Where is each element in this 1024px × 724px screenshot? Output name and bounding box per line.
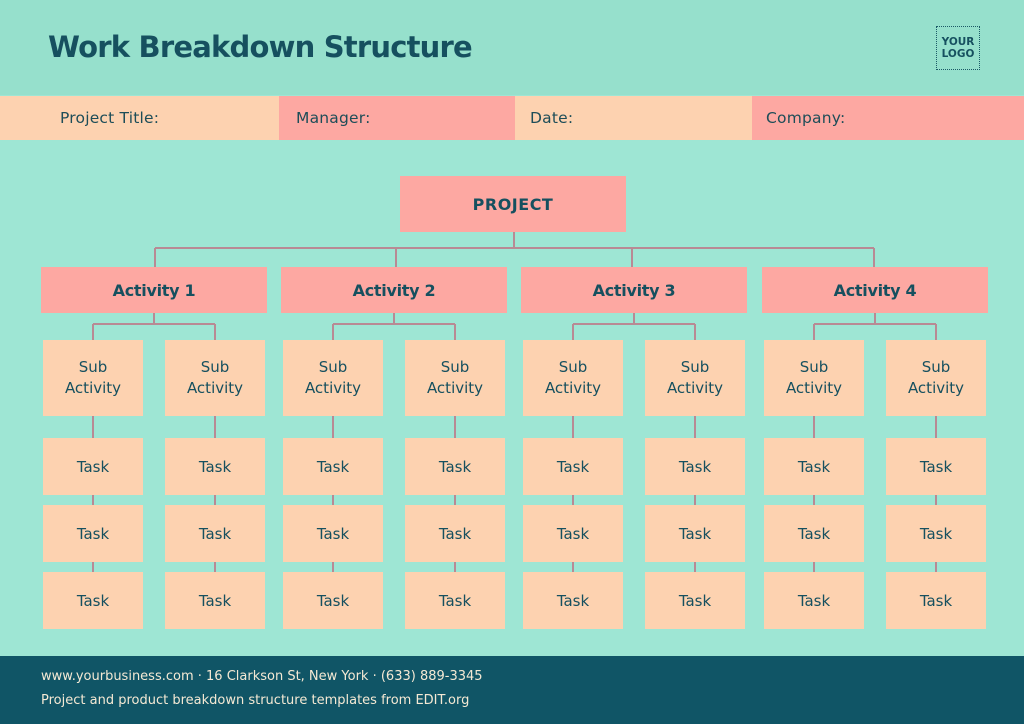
sub-activity-node-1-1-label: Sub Activity: [64, 358, 122, 397]
project-node-label: PROJECT: [472, 194, 554, 214]
task-node-3-1-3-label: Task: [556, 591, 590, 610]
activity-node-1-label: Activity 1: [112, 280, 196, 300]
task-node-1-1-3-label: Task: [76, 591, 110, 610]
task-node-3-2-1[interactable]: Task: [645, 438, 745, 495]
activity-node-4-label: Activity 4: [833, 280, 917, 300]
task-node-2-2-2[interactable]: Task: [405, 505, 505, 562]
task-node-2-2-1-label: Task: [438, 457, 472, 476]
task-node-3-2-3-label: Task: [678, 591, 712, 610]
task-node-3-1-2-label: Task: [556, 524, 590, 543]
task-node-1-2-3-label: Task: [198, 591, 232, 610]
sub-activity-node-2-2-label: Sub Activity: [426, 358, 484, 397]
task-node-2-2-2-label: Task: [438, 524, 472, 543]
task-node-1-1-2-label: Task: [76, 524, 110, 543]
task-node-2-1-2-label: Task: [316, 524, 350, 543]
task-node-3-2-2-label: Task: [678, 524, 712, 543]
company-label: Company:: [766, 109, 846, 127]
task-node-3-1-2[interactable]: Task: [523, 505, 623, 562]
footer: www.yourbusiness.com · 16 Clarkson St, N…: [0, 656, 1024, 724]
header: Work Breakdown Structure YOUR LOGO: [0, 0, 1024, 95]
activity-node-4[interactable]: Activity 4: [762, 267, 988, 313]
task-node-4-1-2[interactable]: Task: [764, 505, 864, 562]
task-node-3-2-3[interactable]: Task: [645, 572, 745, 629]
logo-placeholder[interactable]: YOUR LOGO: [936, 26, 980, 70]
task-node-4-1-1[interactable]: Task: [764, 438, 864, 495]
task-node-2-1-1-label: Task: [316, 457, 350, 476]
task-node-1-1-2[interactable]: Task: [43, 505, 143, 562]
sub-activity-node-4-2-label: Sub Activity: [907, 358, 965, 397]
task-node-4-1-3-label: Task: [797, 591, 831, 610]
task-node-4-1-2-label: Task: [797, 524, 831, 543]
task-node-4-2-2-label: Task: [919, 524, 953, 543]
activity-node-1[interactable]: Activity 1: [41, 267, 267, 313]
task-node-2-1-3[interactable]: Task: [283, 572, 383, 629]
task-node-2-2-3[interactable]: Task: [405, 572, 505, 629]
task-node-4-1-1-label: Task: [797, 457, 831, 476]
task-node-1-2-1[interactable]: Task: [165, 438, 265, 495]
logo-text-line2: LOGO: [941, 48, 975, 60]
task-node-1-2-1-label: Task: [198, 457, 232, 476]
task-node-1-2-2-label: Task: [198, 524, 232, 543]
task-node-4-2-1-label: Task: [919, 457, 953, 476]
task-node-1-1-1[interactable]: Task: [43, 438, 143, 495]
sub-activity-node-3-2-label: Sub Activity: [666, 358, 724, 397]
project-title-label: Project Title:: [60, 109, 160, 127]
task-node-3-1-1-label: Task: [556, 457, 590, 476]
task-node-1-1-1-label: Task: [76, 457, 110, 476]
activity-node-2[interactable]: Activity 2: [281, 267, 507, 313]
task-node-4-2-1[interactable]: Task: [886, 438, 986, 495]
task-node-3-2-2[interactable]: Task: [645, 505, 745, 562]
activity-node-3[interactable]: Activity 3: [521, 267, 747, 313]
sub-activity-node-1-2[interactable]: Sub Activity: [165, 340, 265, 416]
task-node-3-1-3[interactable]: Task: [523, 572, 623, 629]
sub-activity-node-1-2-label: Sub Activity: [186, 358, 244, 397]
task-node-2-1-1[interactable]: Task: [283, 438, 383, 495]
sub-activity-node-2-1-label: Sub Activity: [304, 358, 362, 397]
task-node-4-1-3[interactable]: Task: [764, 572, 864, 629]
date-field[interactable]: Date:: [515, 96, 752, 140]
sub-activity-node-4-1-label: Sub Activity: [785, 358, 843, 397]
project-title-field[interactable]: Project Title:: [0, 96, 279, 140]
task-node-1-2-2[interactable]: Task: [165, 505, 265, 562]
sub-activity-node-2-1[interactable]: Sub Activity: [283, 340, 383, 416]
footer-credit: Project and product breakdown structure …: [41, 693, 470, 708]
task-node-2-2-1[interactable]: Task: [405, 438, 505, 495]
sub-activity-node-3-2[interactable]: Sub Activity: [645, 340, 745, 416]
footer-contact: www.yourbusiness.com · 16 Clarkson St, N…: [41, 669, 483, 684]
task-node-3-2-1-label: Task: [678, 457, 712, 476]
sub-activity-node-4-2[interactable]: Sub Activity: [886, 340, 986, 416]
task-node-4-2-3-label: Task: [919, 591, 953, 610]
activity-node-2-label: Activity 2: [352, 280, 436, 300]
task-node-2-2-3-label: Task: [438, 591, 472, 610]
task-node-2-1-2[interactable]: Task: [283, 505, 383, 562]
task-node-1-1-3[interactable]: Task: [43, 572, 143, 629]
logo-text-line1: YOUR: [941, 36, 975, 48]
sub-activity-node-1-1[interactable]: Sub Activity: [43, 340, 143, 416]
page-title: Work Breakdown Structure: [48, 30, 473, 64]
date-label: Date:: [530, 109, 574, 127]
project-info-bar: Project Title: Manager: Date: Company:: [0, 96, 1024, 140]
task-node-3-1-1[interactable]: Task: [523, 438, 623, 495]
sub-activity-node-4-1[interactable]: Sub Activity: [764, 340, 864, 416]
project-node[interactable]: PROJECT: [400, 176, 626, 232]
task-node-1-2-3[interactable]: Task: [165, 572, 265, 629]
task-node-4-2-3[interactable]: Task: [886, 572, 986, 629]
company-field[interactable]: Company:: [752, 96, 1024, 140]
sub-activity-node-3-1-label: Sub Activity: [544, 358, 602, 397]
task-node-2-1-3-label: Task: [316, 591, 350, 610]
task-node-4-2-2[interactable]: Task: [886, 505, 986, 562]
sub-activity-node-3-1[interactable]: Sub Activity: [523, 340, 623, 416]
activity-node-3-label: Activity 3: [592, 280, 676, 300]
manager-field[interactable]: Manager:: [279, 96, 515, 140]
manager-label: Manager:: [296, 109, 371, 127]
sub-activity-node-2-2[interactable]: Sub Activity: [405, 340, 505, 416]
